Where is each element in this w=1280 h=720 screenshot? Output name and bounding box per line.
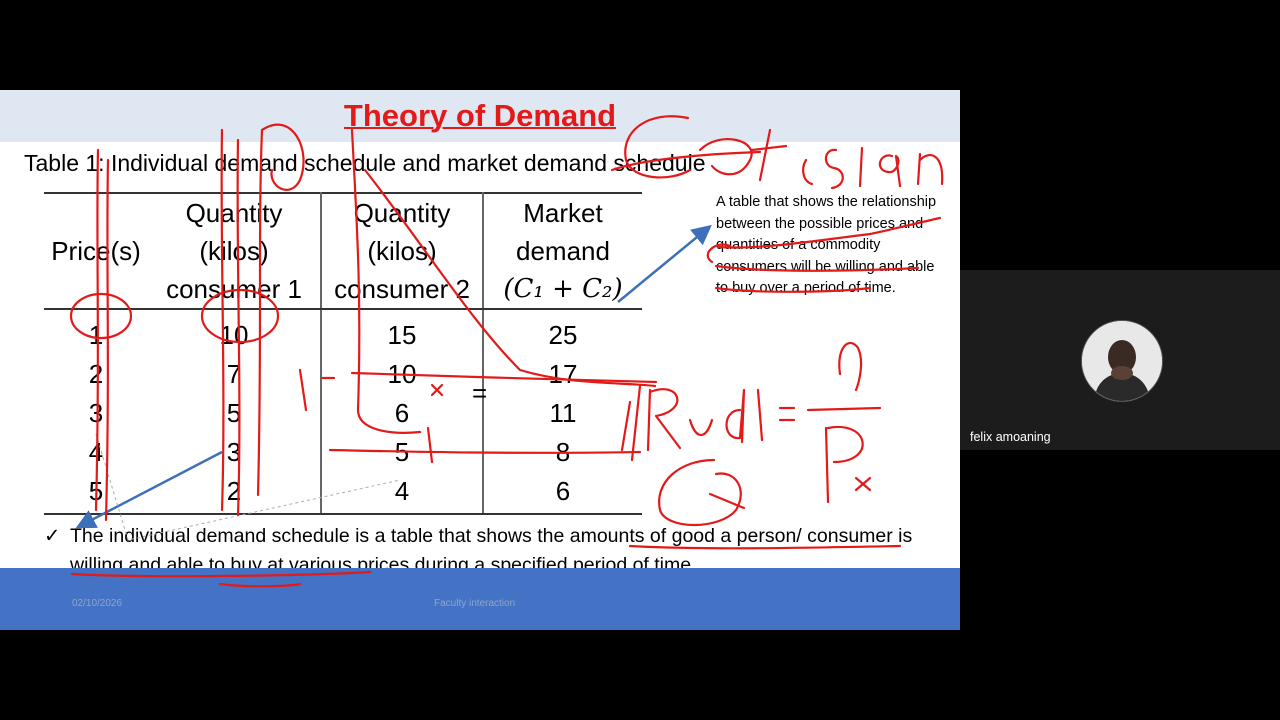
table-row: 4 3 5 8 bbox=[44, 433, 642, 472]
header-line: (kilos) bbox=[367, 236, 437, 266]
cell-consumer1: 7 bbox=[148, 355, 322, 394]
ink-stroke bbox=[824, 148, 844, 190]
cell-market: 17 bbox=[548, 359, 578, 389]
ink-stroke bbox=[838, 341, 863, 392]
cell-market: 25 bbox=[548, 320, 578, 350]
cell-price: 3 bbox=[88, 398, 104, 428]
participant-name: felix amoaning bbox=[970, 430, 1051, 444]
footer-date: 02/10/2026 bbox=[72, 598, 123, 609]
cell-consumer2: 15 bbox=[321, 309, 484, 355]
cell-price: 1 bbox=[88, 320, 104, 350]
header-market-demand: Market demand (C₁ + C₂) bbox=[483, 192, 642, 310]
ink-stroke bbox=[858, 146, 864, 188]
cell-consumer1: 5 bbox=[148, 394, 322, 433]
header-price-line: Price(s) bbox=[51, 236, 141, 266]
header-line: demand bbox=[516, 236, 610, 266]
ink-stroke bbox=[646, 388, 682, 452]
header-line: Quantity bbox=[353, 198, 451, 228]
ink-stroke bbox=[658, 458, 742, 526]
ink-stroke bbox=[698, 138, 753, 176]
header-price: Price(s) bbox=[44, 192, 148, 310]
header-line: consumer 1 bbox=[166, 274, 302, 304]
cell-market: 6 bbox=[483, 472, 642, 515]
header-line: Quantity bbox=[185, 198, 283, 228]
cell-consumer2: 6 bbox=[321, 394, 484, 433]
ink-stroke bbox=[756, 388, 764, 442]
footer-band: 02/10/2026 Faculty interaction bbox=[0, 568, 960, 630]
footer-title: Faculty interaction bbox=[434, 598, 516, 609]
ink-stroke bbox=[824, 425, 864, 504]
table-row: 5 2 4 6 bbox=[44, 472, 642, 515]
cell-consumer1: 10 bbox=[148, 309, 322, 355]
ink-stroke bbox=[778, 406, 796, 422]
ink-stroke bbox=[708, 492, 746, 510]
cell-consumer2: 4 bbox=[321, 472, 484, 515]
demand-schedule-table: Price(s) Quantity (kilos) consumer 1 Qua… bbox=[44, 192, 642, 515]
cell-consumer1: 3 bbox=[148, 433, 322, 472]
ink-stroke bbox=[688, 418, 714, 437]
cell-price: 2 bbox=[88, 359, 104, 389]
table-row: 1 10 15 25 bbox=[44, 309, 642, 355]
header-consumer2: Quantity (kilos) consumer 2 bbox=[321, 192, 484, 310]
cell-price: 4 bbox=[88, 437, 104, 467]
ink-stroke bbox=[725, 388, 746, 444]
ink-stroke bbox=[802, 158, 814, 186]
cell-market: 11 bbox=[549, 398, 577, 428]
cell-consumer2: 5 bbox=[321, 433, 484, 472]
ink-stroke bbox=[916, 152, 944, 186]
ink-stroke bbox=[878, 154, 902, 188]
cell-market: 8 bbox=[555, 437, 571, 467]
table-header-row: Price(s) Quantity (kilos) consumer 1 Qua… bbox=[44, 192, 642, 310]
cell-price: 5 bbox=[44, 472, 148, 515]
participant-video-tile[interactable]: felix amoaning bbox=[960, 270, 1280, 450]
shared-slide: Theory of Demand Table 1: Individual dem… bbox=[0, 90, 960, 630]
cell-consumer2: 10 bbox=[321, 355, 484, 394]
cell-consumer1: 2 bbox=[148, 472, 322, 515]
definition-note: A table that shows the relationship betw… bbox=[716, 194, 937, 296]
ink-stroke bbox=[854, 476, 872, 492]
header-line: (kilos) bbox=[199, 236, 269, 266]
header-line: consumer 2 bbox=[334, 274, 470, 304]
slide-title: Theory of Demand bbox=[343, 98, 617, 133]
checkmark-icon: ✓ bbox=[44, 525, 61, 547]
header-consumer1: Quantity (kilos) consumer 1 bbox=[148, 192, 322, 310]
table-row: 3 5 6 11 bbox=[44, 394, 642, 433]
participant-avatar bbox=[1081, 320, 1163, 402]
table-caption: Table 1: Individual demand schedule and … bbox=[24, 150, 706, 176]
ink-stroke bbox=[806, 406, 882, 412]
table-row: 2 7 10 17 bbox=[44, 355, 642, 394]
header-line: Market bbox=[523, 198, 603, 228]
header-line: (C₁ + C₂) bbox=[503, 274, 623, 304]
